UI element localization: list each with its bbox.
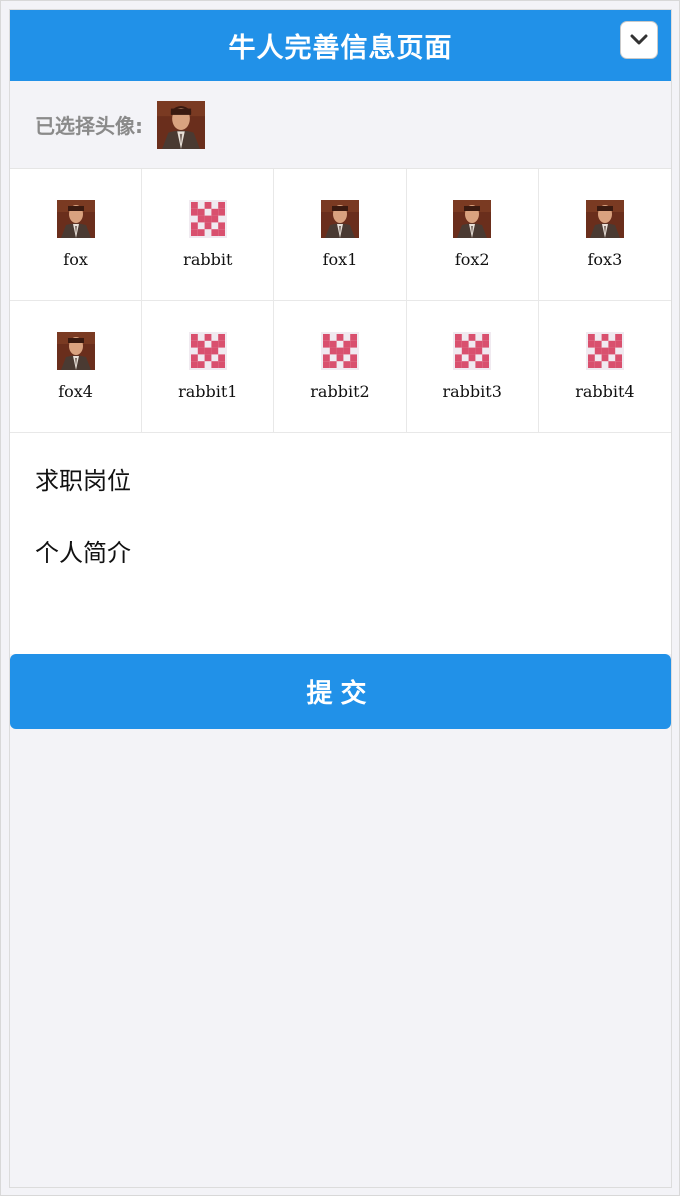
job-position-label[interactable]: 求职岗位	[35, 461, 131, 496]
avatar-pattern-icon	[188, 200, 227, 238]
avatar-option-rabbit1[interactable]: rabbit1	[142, 301, 275, 433]
avatar-photo-icon	[585, 200, 624, 238]
avatar-pattern-icon	[453, 332, 492, 370]
avatar-option-label: fox4	[58, 382, 93, 401]
page-title: 牛人完善信息页面	[228, 33, 453, 64]
header-bar: 牛人完善信息页面	[10, 10, 671, 81]
selected-avatar-label: 已选择头像:	[35, 114, 143, 138]
personal-intro-label[interactable]: 个人简介	[35, 533, 131, 568]
avatar-option-label: fox3	[587, 250, 623, 269]
avatar-option-rabbit3[interactable]: rabbit3	[406, 301, 539, 433]
avatar-option-label: fox1	[322, 250, 358, 269]
avatar-option-fox[interactable]: fox	[10, 169, 143, 301]
selected-avatar-row: 已选择头像:	[10, 81, 671, 169]
avatar-option-rabbit2[interactable]: rabbit2	[274, 301, 407, 433]
avatar-option-label: rabbit2	[310, 382, 370, 401]
form-area: 求职岗位 个人简介	[10, 433, 671, 654]
avatar-option-label: fox	[63, 250, 88, 269]
page: 牛人完善信息页面 已选择头像: fox rabbit fox1 fox2 fox3 fox…	[9, 9, 672, 1188]
selected-avatar-image	[157, 100, 205, 149]
avatar-photo-icon	[320, 200, 359, 238]
menu-toggle-button[interactable]	[620, 21, 658, 59]
avatar-option-label: fox2	[454, 250, 490, 269]
avatar-option-label: rabbit1	[178, 382, 238, 401]
avatar-photo-icon	[56, 332, 95, 370]
avatar-pattern-icon	[585, 332, 624, 370]
chevron-down-icon	[630, 34, 648, 45]
avatar-option-fox1[interactable]: fox1	[274, 169, 407, 301]
avatar-photo-icon	[453, 200, 492, 238]
submit-button[interactable]: 提交	[10, 654, 671, 729]
avatar-grid: fox rabbit fox1 fox2 fox3 fox4 rabbit1 rabbit2 r…	[10, 169, 671, 433]
avatar-option-rabbit4[interactable]: rabbit4	[538, 301, 671, 433]
avatar-option-rabbit[interactable]: rabbit	[142, 169, 275, 301]
avatar-pattern-icon	[188, 332, 227, 370]
avatar-option-fox3[interactable]: fox3	[538, 169, 671, 301]
avatar-option-label: rabbit3	[442, 382, 502, 401]
avatar-option-label: rabbit4	[575, 382, 635, 401]
avatar-option-label: rabbit	[183, 250, 233, 269]
avatar-option-fox2[interactable]: fox2	[406, 169, 539, 301]
avatar-photo-icon	[56, 200, 95, 238]
avatar-pattern-icon	[320, 332, 359, 370]
avatar-option-fox4[interactable]: fox4	[10, 301, 143, 433]
